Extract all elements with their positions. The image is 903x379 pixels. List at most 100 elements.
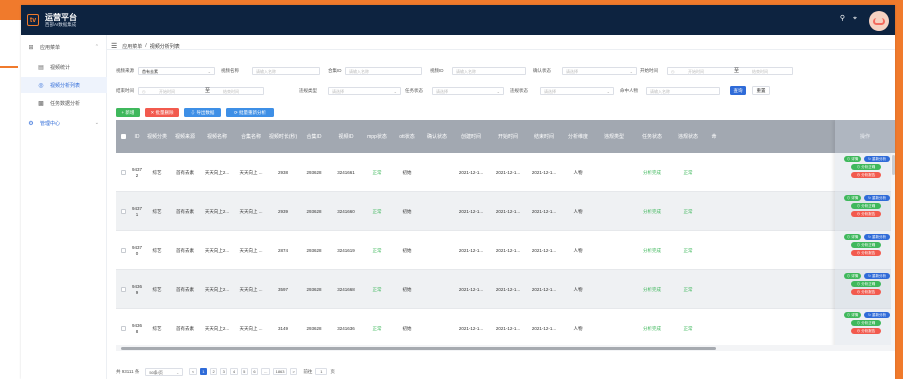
detail-button[interactable]: ⊙ 详情 bbox=[844, 156, 861, 162]
table-cell: 2938 bbox=[277, 169, 288, 175]
start-time-label: 开始时间 bbox=[640, 68, 658, 73]
table-cell: 首有去素 bbox=[176, 208, 194, 214]
table-row[interactable]: 9437 0 综艺 首有去素 天天向上2... 天天向上 ... 2874 293628 32… bbox=[116, 231, 895, 270]
table-cell: 2021-12-1... bbox=[458, 208, 484, 214]
person-input[interactable]: 请输入名称 bbox=[646, 87, 720, 95]
column-header: 视频ID bbox=[338, 133, 354, 140]
confirm-correct-button[interactable]: ⊙ 分析正确 bbox=[851, 242, 881, 248]
reanalyze-button[interactable]: ↻ 重新分析 bbox=[864, 195, 890, 201]
table-cell: 2021-12-1... bbox=[458, 247, 484, 253]
analysis-report-button[interactable]: ⊖ 分析报告 bbox=[851, 328, 881, 334]
video-source-select[interactable]: 首有去素 ⌄ bbox=[138, 67, 215, 75]
sidebar-item-video-stats[interactable]: ▤ 视频统计 bbox=[21, 59, 107, 75]
prev-page-button[interactable]: < bbox=[189, 368, 197, 375]
fullscreen-icon[interactable]: ⌖ bbox=[853, 15, 857, 23]
video-name-input[interactable]: 请输入名称 bbox=[252, 67, 320, 75]
page-size-select[interactable]: 50条/页 ⌄ bbox=[145, 367, 184, 376]
select-value: 首有去素 bbox=[142, 69, 158, 74]
task-status-select[interactable]: 请选择 ⌄ bbox=[432, 87, 504, 95]
row-checkbox[interactable] bbox=[116, 231, 130, 270]
page-button[interactable]: 1863 bbox=[273, 368, 288, 375]
horizontal-scrollbar[interactable] bbox=[116, 345, 895, 351]
row-checkbox[interactable] bbox=[116, 192, 130, 231]
page-ellipsis[interactable]: … bbox=[261, 368, 271, 375]
page-button[interactable]: 3 bbox=[220, 368, 228, 375]
collection-id-input[interactable]: 请输入名称 bbox=[345, 67, 422, 75]
table-row[interactable]: 9436 9 综艺 首有去素 天天向上2... 天天向上 ... 3597 293628 32… bbox=[116, 270, 895, 309]
goto-input[interactable]: 1 bbox=[315, 368, 328, 375]
sidebar-item-video-analysis[interactable]: ◎ 视频分析列表 bbox=[21, 77, 107, 93]
table-row[interactable]: 9437 1 综艺 首有去素 天天向上2... 天天向上 ... 2939 293628 32… bbox=[116, 192, 895, 231]
detail-button[interactable]: ⊙ 详情 bbox=[844, 234, 861, 240]
table-cell bbox=[594, 270, 634, 309]
violation-type-select[interactable]: 请选择 ⌄ bbox=[328, 87, 401, 95]
column-header: ID bbox=[134, 133, 140, 140]
analysis-report-button[interactable]: ⊖ 分析报告 bbox=[851, 289, 881, 295]
table-cell: 2021-12-1... bbox=[458, 325, 484, 331]
search-icon[interactable]: ⚲ bbox=[840, 15, 845, 23]
page-button[interactable]: 1 bbox=[199, 368, 207, 375]
reanalyze-button[interactable]: ↻ 重新分析 bbox=[864, 273, 890, 279]
reanalyze-button[interactable]: ↻ 重新分析 bbox=[864, 312, 890, 318]
button-label: 详情 bbox=[851, 157, 859, 161]
violation-status-select[interactable]: 请选择 ⌄ bbox=[540, 87, 614, 95]
export-button[interactable]: ⇩ 导出数据 bbox=[184, 108, 221, 117]
button-label: 分析正确 bbox=[861, 204, 876, 208]
detail-button[interactable]: ⊙ 详情 bbox=[844, 273, 861, 279]
video-id-input[interactable]: 请输入名称 bbox=[452, 67, 526, 75]
select-all-checkbox[interactable] bbox=[116, 120, 130, 153]
table-cell: 2021-12-1... bbox=[531, 169, 557, 175]
goto-unit: 页 bbox=[330, 368, 335, 374]
sidebar-item-task-analysis[interactable]: ▩ 任务数据分析 bbox=[21, 95, 107, 111]
page-button[interactable]: 5 bbox=[240, 368, 248, 375]
batch-delete-button[interactable]: ✕ 批量删除 bbox=[145, 108, 179, 117]
table-cell: 293628 bbox=[306, 325, 322, 331]
analysis-report-button[interactable]: ⊖ 分析报告 bbox=[851, 211, 881, 217]
next-page-button[interactable]: > bbox=[290, 368, 298, 375]
table-cell: 天天向上 ... bbox=[239, 169, 263, 175]
page-button[interactable]: 2 bbox=[209, 368, 218, 375]
video-id-label: 视频ID bbox=[430, 68, 444, 73]
table-cell: 9437 0 bbox=[132, 244, 143, 256]
row-checkbox[interactable] bbox=[116, 270, 130, 309]
table-row[interactable]: 9436 8 综艺 首有去素 天天向上2... 天天向上 ... 3149 293628 32… bbox=[116, 309, 895, 348]
sidebar-item-label: 视频统计 bbox=[50, 64, 71, 71]
table-row[interactable]: 9437 2 综艺 首有去素 天天向上2... 天天向上 ... 2938 293628 32… bbox=[116, 153, 895, 192]
start-date-range[interactable]: ◷ 开始时间 至 结束时间 bbox=[667, 67, 793, 75]
table-cell: 综艺 bbox=[152, 325, 162, 331]
detail-button[interactable]: ⊙ 详情 bbox=[844, 312, 861, 318]
sidebar-group-app-menu[interactable]: ⊞ 应用菜单 ⌃ bbox=[21, 39, 107, 55]
confirm-correct-button[interactable]: ⊙ 分析正确 bbox=[851, 281, 881, 287]
vertical-scrollbar[interactable] bbox=[891, 153, 895, 348]
table-cell: 293628 bbox=[306, 208, 322, 214]
table-cell: 天天向上 ... bbox=[239, 286, 263, 292]
confirm-correct-button[interactable]: ⊙ 分析正确 bbox=[851, 320, 881, 326]
end-date-range[interactable]: ◷ 开始时间 至 结束时间 bbox=[138, 87, 264, 95]
collection-id-label: 合集ID bbox=[328, 68, 342, 73]
page-button[interactable]: 4 bbox=[230, 368, 238, 375]
page-button[interactable]: 6 bbox=[250, 368, 259, 375]
add-button[interactable]: + 新增 bbox=[116, 108, 140, 117]
query-button[interactable]: 查询 bbox=[730, 86, 746, 95]
reanalyze-button[interactable]: ↻ 重新分析 bbox=[864, 234, 890, 240]
row-checkbox[interactable] bbox=[116, 153, 130, 192]
confirm-correct-button[interactable]: ⊙ 分析正确 bbox=[851, 203, 881, 209]
confirm-status-select[interactable]: 请选择 ⌄ bbox=[562, 67, 637, 75]
table-cell bbox=[422, 231, 452, 270]
column-header: 分析维度 bbox=[567, 133, 588, 140]
confirm-correct-button[interactable]: ⊙ 分析正确 bbox=[851, 164, 881, 170]
analysis-report-button[interactable]: ⊖ 分析报告 bbox=[851, 250, 881, 256]
sidebar: ⊞ 应用菜单 ⌃ ▤ 视频统计 ◎ 视频分析列表 ▩ 任务数据分析 ⚙ 管理中心… bbox=[21, 35, 107, 379]
sidebar-group-admin[interactable]: ⚙ 管理中心 ⌄ bbox=[21, 115, 107, 131]
row-checkbox[interactable] bbox=[116, 309, 130, 348]
background-right bbox=[895, 20, 903, 379]
avatar[interactable] bbox=[869, 11, 889, 31]
button-label: 分析报告 bbox=[861, 290, 876, 294]
analysis-report-button[interactable]: ⊖ 分析报告 bbox=[851, 172, 881, 178]
batch-reanalyze-button[interactable]: ⟳ 批量重新分析 bbox=[226, 108, 274, 117]
button-label: 分析正确 bbox=[861, 282, 876, 286]
button-label: 批量重新分析 bbox=[239, 110, 267, 115]
reanalyze-button[interactable]: ↻ 重新分析 bbox=[864, 156, 890, 162]
detail-button[interactable]: ⊙ 详情 bbox=[844, 195, 861, 201]
reset-button[interactable]: 重置 bbox=[752, 86, 770, 95]
